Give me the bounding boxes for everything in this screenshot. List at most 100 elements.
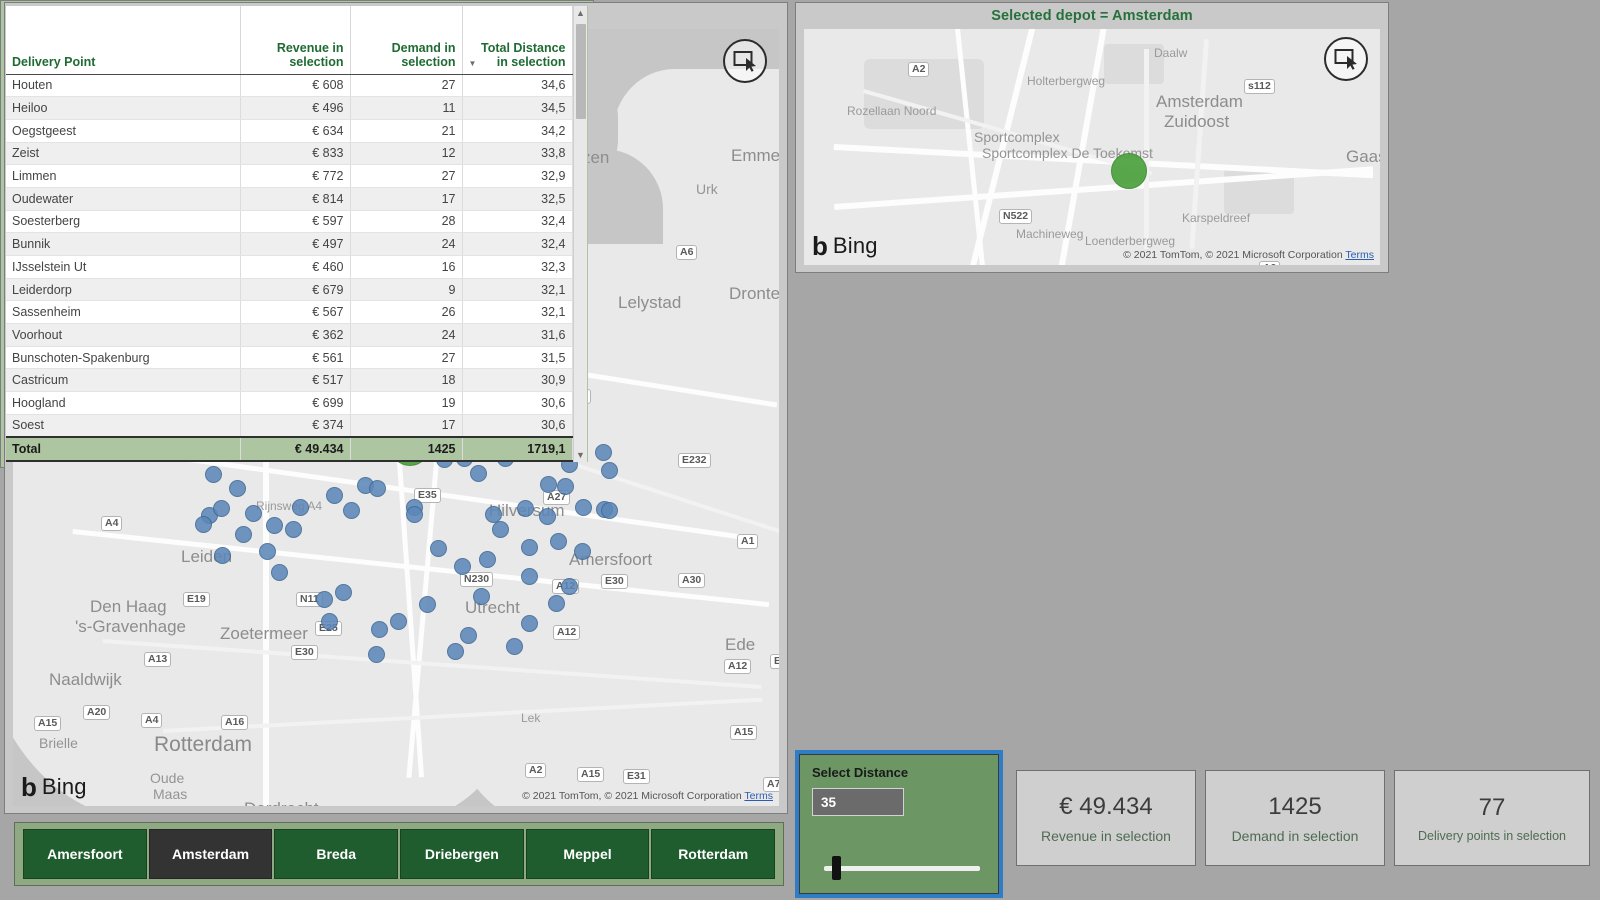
- depot-button-amersfoort[interactable]: Amersfoort: [23, 829, 147, 879]
- delivery-point-marker[interactable]: [370, 620, 388, 638]
- table-row[interactable]: Oegstgeest € 634 21 34,2: [6, 119, 573, 143]
- delivery-point-marker[interactable]: [484, 505, 502, 523]
- delivery-point-marker[interactable]: [520, 614, 538, 632]
- table-row[interactable]: Leiderdorp € 679 9 32,1: [6, 278, 573, 302]
- scroll-down-icon[interactable]: ▼: [574, 448, 588, 462]
- table-row[interactable]: Bunnik € 497 24 32,4: [6, 232, 573, 256]
- delivery-point-marker[interactable]: [194, 515, 212, 533]
- delivery-point-marker[interactable]: [491, 520, 509, 538]
- distance-slider-track[interactable]: [824, 856, 980, 880]
- delivery-point-table[interactable]: Delivery Point Revenue in selection Dema…: [6, 6, 573, 462]
- delivery-point-marker[interactable]: [234, 525, 252, 543]
- scroll-up-icon[interactable]: ▲: [574, 6, 588, 20]
- delivery-point-marker[interactable]: [556, 477, 574, 495]
- depot-marker[interactable]: [1111, 153, 1147, 189]
- delivery-point-marker[interactable]: [258, 542, 276, 560]
- table-row[interactable]: Sassenheim € 567 26 32,1: [6, 300, 573, 325]
- delivery-point-marker[interactable]: [204, 465, 222, 483]
- delivery-point-marker[interactable]: [469, 464, 487, 482]
- depot-button-amsterdam[interactable]: Amsterdam: [148, 829, 273, 879]
- delivery-point-marker[interactable]: [291, 498, 309, 516]
- delivery-point-marker[interactable]: [325, 486, 343, 504]
- delivery-point-marker[interactable]: [574, 498, 592, 516]
- terms-link[interactable]: Terms: [1345, 249, 1374, 261]
- delivery-point-marker[interactable]: [418, 595, 436, 613]
- delivery-point-marker[interactable]: [320, 612, 338, 630]
- depot-selector-bar[interactable]: Amersfoort Amsterdam Breda Driebergen Meppel…: [14, 822, 784, 886]
- delivery-point-marker[interactable]: [315, 590, 333, 608]
- focus-mode-icon[interactable]: [723, 39, 767, 83]
- delivery-point-marker[interactable]: [244, 504, 262, 522]
- delivery-point-marker[interactable]: [212, 499, 230, 517]
- delivery-point-marker[interactable]: [516, 499, 534, 517]
- delivery-point-marker[interactable]: [478, 550, 496, 568]
- focus-mode-icon[interactable]: [1324, 37, 1368, 81]
- delivery-point-marker[interactable]: [560, 577, 578, 595]
- depot-button-meppel[interactable]: Meppel: [525, 829, 650, 879]
- delivery-point-marker[interactable]: [573, 542, 591, 560]
- table-row[interactable]: Zeist € 833 12 33,8: [6, 142, 573, 166]
- delivery-point-marker[interactable]: [594, 443, 612, 461]
- delivery-point-marker[interactable]: [405, 505, 423, 523]
- table-row[interactable]: Hoogland € 699 19 30,6: [6, 391, 573, 415]
- delivery-point-marker[interactable]: [505, 637, 523, 655]
- column-header-demand[interactable]: Demand in selection: [350, 6, 463, 75]
- delivery-point-marker[interactable]: [342, 501, 360, 519]
- delivery-point-marker[interactable]: [600, 501, 618, 519]
- column-header-total-distance[interactable]: ▼ Total Distance in selection: [462, 6, 573, 75]
- table-scrollbar[interactable]: ▲ ▼: [572, 6, 588, 462]
- delivery-point-marker[interactable]: [459, 626, 477, 644]
- table-row[interactable]: Voorhout € 362 24 31,6: [6, 323, 573, 347]
- cell-revenue: € 517: [240, 368, 351, 393]
- table-row[interactable]: Houten € 608 27 34,6: [6, 74, 573, 98]
- bing-mark: b: [812, 231, 828, 261]
- total-distance: 1719,1: [462, 436, 573, 462]
- column-header-delivery-point[interactable]: Delivery Point: [6, 6, 241, 75]
- delivery-point-marker[interactable]: [472, 587, 490, 605]
- delivery-point-marker[interactable]: [368, 479, 386, 497]
- depot-button-rotterdam[interactable]: Rotterdam: [651, 829, 776, 879]
- depot-button-breda[interactable]: Breda: [274, 829, 399, 879]
- delivery-point-marker[interactable]: [228, 479, 246, 497]
- table-row[interactable]: IJsselstein Ut € 460 16 32,3: [6, 255, 573, 279]
- table-row[interactable]: Oudewater € 814 17 32,5: [6, 187, 573, 211]
- column-header-total-distance-label: Total Distance in selection: [480, 40, 566, 69]
- delivery-point-marker[interactable]: [446, 642, 464, 660]
- delivery-point-marker[interactable]: [389, 612, 407, 630]
- cell-revenue: € 561: [240, 346, 351, 370]
- delivery-point-marker[interactable]: [270, 563, 288, 581]
- delivery-point-marker[interactable]: [367, 645, 385, 663]
- terms-link[interactable]: Terms: [744, 790, 773, 802]
- delivery-point-marker[interactable]: [539, 475, 557, 493]
- delivery-point-marker[interactable]: [265, 516, 283, 534]
- table-row[interactable]: Soest € 374 17 30,6: [6, 414, 573, 438]
- distance-slider-handle[interactable]: [832, 856, 841, 880]
- inset-map-panel: Selected depot = Amsterdam Amsterdam Zuid…: [795, 2, 1389, 273]
- delivery-point-marker[interactable]: [600, 461, 618, 479]
- delivery-point-marker[interactable]: [213, 546, 231, 564]
- delivery-point-marker[interactable]: [453, 557, 471, 575]
- table-row[interactable]: Soesterberg € 597 28 32,4: [6, 210, 573, 234]
- table-body[interactable]: Houten € 608 27 34,6 Heiloo € 496 11 34,5 Oegstg…: [6, 74, 573, 438]
- delivery-point-marker[interactable]: [520, 567, 538, 585]
- table-row[interactable]: Heiloo € 496 11 34,5: [6, 96, 573, 120]
- table-total-row: Total € 49.434 1425 1719,1: [6, 436, 573, 462]
- table-row[interactable]: Bunschoten-Spakenburg € 561 27 31,5: [6, 346, 573, 370]
- distance-slicer[interactable]: Select Distance 35: [795, 750, 1003, 898]
- delivery-point-marker[interactable]: [284, 520, 302, 538]
- delivery-point-marker[interactable]: [547, 594, 565, 612]
- inset-map-canvas[interactable]: Amsterdam Zuidoost Sportcomplex Sportcomple…: [804, 29, 1380, 265]
- delivery-point-marker[interactable]: [334, 583, 352, 601]
- column-header-revenue[interactable]: Revenue in selection: [240, 6, 351, 75]
- table-row[interactable]: Limmen € 772 27 32,9: [6, 164, 573, 188]
- table-row[interactable]: Castricum € 517 18 30,9: [6, 368, 573, 393]
- depot-button-driebergen[interactable]: Driebergen: [400, 829, 524, 879]
- delivery-point-marker[interactable]: [520, 538, 538, 556]
- delivery-point-marker[interactable]: [538, 507, 556, 525]
- attribution-text: © 2021 TomTom, © 2021 Microsoft Corporat…: [522, 790, 742, 802]
- delivery-point-marker[interactable]: [549, 532, 567, 550]
- kpi-card-revenue: € 49.434 Revenue in selection: [1016, 770, 1196, 866]
- distance-value-input[interactable]: 35: [812, 788, 904, 816]
- scrollbar-thumb[interactable]: [575, 24, 586, 119]
- delivery-point-marker[interactable]: [429, 539, 447, 557]
